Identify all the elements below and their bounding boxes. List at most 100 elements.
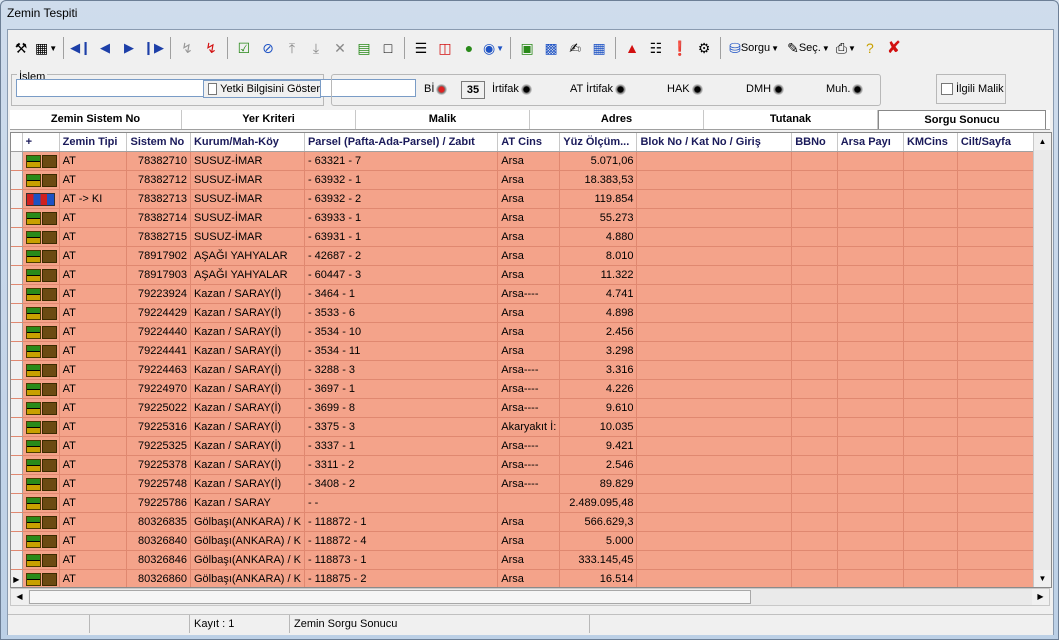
- table-cell-cins[interactable]: Arsa: [497, 322, 561, 342]
- table-row[interactable]: AT 79225378 Kazan / SARAY(İ) - 3311 - 2 Arsa…: [11, 455, 1051, 475]
- table-row[interactable]: AT 78382710 SUSUZ-İMAR - 63321 - 7 Arsa 5.071…: [11, 151, 1051, 171]
- table-cell[interactable]: [903, 436, 958, 456]
- table-row[interactable]: AT 78917902 AŞAĞI YAHYALAR - 42687 - 2 Arsa 8…: [11, 246, 1051, 266]
- table-cell-parsel[interactable]: - 118872 - 4: [304, 531, 499, 551]
- table-cell[interactable]: [837, 322, 904, 342]
- table-cell-parsel[interactable]: - 60447 - 3: [304, 265, 499, 285]
- table-cell-kurum[interactable]: AŞAĞI YAHYALAR: [190, 246, 305, 266]
- table-cell[interactable]: [837, 417, 904, 437]
- table-cell-kurum[interactable]: AŞAĞI YAHYALAR: [190, 265, 305, 285]
- sec-button[interactable]: ✎ Seç. ▼: [784, 36, 833, 60]
- table-row[interactable]: AT 79224429 Kazan / SARAY(İ) - 3533 - 6 Arsa…: [11, 303, 1051, 323]
- table-cell-cins[interactable]: Arsa----: [497, 379, 561, 399]
- table-row[interactable]: AT -> KI 78382713 SUSUZ-İMAR - 63932 - 2 Ars…: [11, 189, 1051, 209]
- table-cell[interactable]: [791, 474, 838, 494]
- column-header[interactable]: Sistem No: [126, 133, 191, 152]
- table-cell-sistem[interactable]: 79225316: [126, 417, 191, 437]
- table-cell-kurum[interactable]: Kazan / SARAY: [190, 493, 305, 513]
- table-cell-tip[interactable]: AT: [59, 493, 128, 513]
- table-cell[interactable]: [791, 531, 838, 551]
- table-cell-sistem[interactable]: 79225378: [126, 455, 191, 475]
- table-row[interactable]: ▶ AT 80326860 Gölbaşı(ANKARA) / K- 118875 -…: [11, 569, 1051, 587]
- table-cell[interactable]: [837, 550, 904, 570]
- table-cell[interactable]: [791, 189, 838, 209]
- table-cell-tip[interactable]: AT: [59, 512, 128, 532]
- table-cell[interactable]: [837, 151, 904, 171]
- table-cell[interactable]: [791, 398, 838, 418]
- table-cell-sistem[interactable]: 79224463: [126, 360, 191, 380]
- table-cell-parsel[interactable]: - 3337 - 1: [304, 436, 499, 456]
- tab-zemin-sistem-no[interactable]: Zemin Sistem No: [10, 110, 182, 129]
- table-cell[interactable]: [636, 303, 793, 323]
- table-cell-tip[interactable]: AT: [59, 303, 128, 323]
- table-cell[interactable]: [837, 360, 904, 380]
- table-row[interactable]: AT 78917903 AŞAĞI YAHYALAR - 60447 - 3 Arsa 1…: [11, 265, 1051, 285]
- row-pointer-icon[interactable]: ▶: [11, 569, 23, 587]
- column-header[interactable]: KMCins: [903, 133, 958, 152]
- table-cell-cins[interactable]: Arsa----: [497, 360, 561, 380]
- table-row[interactable]: AT 78382714 SUSUZ-İMAR - 63933 - 1 Arsa 55.27…: [11, 208, 1051, 228]
- table-cell-sistem[interactable]: 80326846: [126, 550, 191, 570]
- print-icon[interactable]: ⎙ ▼: [835, 36, 857, 60]
- table-cell[interactable]: [903, 151, 958, 171]
- table-cell[interactable]: [837, 531, 904, 551]
- table-cell-sistem[interactable]: 79224970: [126, 379, 191, 399]
- table-cell-sistem[interactable]: 79224441: [126, 341, 191, 361]
- tools-icon[interactable]: ✕: [329, 36, 351, 60]
- table-cell-tip[interactable]: AT: [59, 265, 128, 285]
- table-cell[interactable]: [837, 341, 904, 361]
- table-row[interactable]: AT 78382715 SUSUZ-İMAR - 63931 - 1 Arsa 4.880: [11, 227, 1051, 247]
- table-cell-tip[interactable]: AT: [59, 322, 128, 342]
- table-cell[interactable]: [837, 398, 904, 418]
- sorgu-button[interactable]: ⛁ Sorgu ▼: [726, 36, 782, 60]
- table-row[interactable]: AT 79225786 Kazan / SARAY - - 2.489.095,48: [11, 493, 1051, 513]
- upload-icon[interactable]: ⤒: [281, 36, 303, 60]
- table-cell[interactable]: [903, 531, 958, 551]
- row-indicator[interactable]: [11, 341, 23, 361]
- bi-radio[interactable]: Bİ: [424, 83, 448, 95]
- table-cell[interactable]: [837, 303, 904, 323]
- table-cell[interactable]: [837, 569, 904, 587]
- table-cell-sistem[interactable]: 79224429: [126, 303, 191, 323]
- row-indicator[interactable]: [11, 455, 23, 475]
- table-row[interactable]: AT 78382712 SUSUZ-İMAR - 63932 - 1 Arsa 18.38…: [11, 170, 1051, 190]
- column-header[interactable]: Arsa Payı: [837, 133, 904, 152]
- table-cell-cins[interactable]: Arsa: [497, 227, 561, 247]
- table-cell-kurum[interactable]: Gölbaşı(ANKARA) / K: [190, 569, 305, 587]
- table-cell[interactable]: [903, 284, 958, 304]
- table-cell-cins[interactable]: Arsa: [497, 246, 561, 266]
- table-cell[interactable]: [636, 474, 793, 494]
- table-cell[interactable]: [791, 227, 838, 247]
- table-cell-sistem[interactable]: 78382715: [126, 227, 191, 247]
- scroll-left-icon[interactable]: ◀: [11, 589, 28, 605]
- table-cell-sistem[interactable]: 79225786: [126, 493, 191, 513]
- row-indicator[interactable]: [11, 322, 23, 342]
- table-cell-cins[interactable]: Arsa: [497, 170, 561, 190]
- check-doc-icon[interactable]: ☑: [233, 36, 255, 60]
- tool-icon[interactable]: ⚒: [10, 36, 32, 60]
- table-cell[interactable]: [636, 322, 793, 342]
- table-cell[interactable]: [636, 265, 793, 285]
- row-indicator[interactable]: [11, 493, 23, 513]
- table-cell-parsel[interactable]: - 3288 - 3: [304, 360, 499, 380]
- table-cell-cins[interactable]: Arsa----: [497, 474, 561, 494]
- at-irtifak-radio[interactable]: AT İrtifak: [570, 83, 626, 95]
- table-cell[interactable]: [837, 455, 904, 475]
- tab-adres[interactable]: Adres: [530, 110, 704, 129]
- table-cell-cins[interactable]: Arsa: [497, 341, 561, 361]
- table-cell-tip[interactable]: AT: [59, 417, 128, 437]
- table-cell-parsel[interactable]: - 63933 - 1: [304, 208, 499, 228]
- table-cell-kurum[interactable]: Kazan / SARAY(İ): [190, 436, 305, 456]
- table-row[interactable]: AT 79224463 Kazan / SARAY(İ) - 3288 - 3 Arsa…: [11, 360, 1051, 380]
- table-cell[interactable]: [791, 208, 838, 228]
- tab-tutanak[interactable]: Tutanak: [704, 110, 878, 129]
- table-cell-yuz[interactable]: 11.322: [559, 265, 638, 285]
- table-cell[interactable]: [636, 512, 793, 532]
- horizontal-scrollbar[interactable]: ◀ ▶: [10, 588, 1050, 606]
- column-header[interactable]: Zemin Tipi: [59, 133, 128, 152]
- horizontal-scroll-thumb[interactable]: [29, 590, 751, 604]
- table-cell[interactable]: [837, 512, 904, 532]
- table-cell-cins[interactable]: Arsa----: [497, 398, 561, 418]
- tab-sorgu-sonucu[interactable]: Sorgu Sonucu: [878, 110, 1046, 129]
- table-cell-yuz[interactable]: 2.489.095,48: [559, 493, 638, 513]
